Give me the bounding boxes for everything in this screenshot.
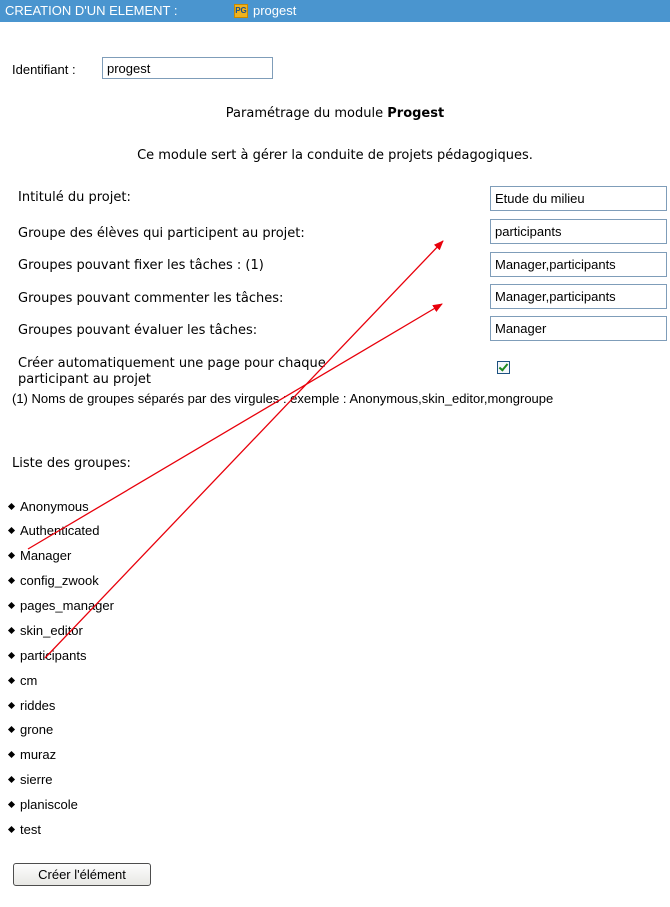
bullet-icon (7, 825, 16, 834)
annotation-arrow-manager (27, 303, 443, 550)
bullet-icon (7, 701, 16, 710)
group-item: Authenticated (7, 523, 100, 539)
group-item: muraz (7, 747, 56, 763)
bullet-icon (7, 750, 16, 759)
footnote: (1) Noms de groupes séparés par des virg… (12, 391, 554, 406)
evaluate-tasks-groups-input[interactable] (490, 316, 667, 341)
bullet-icon (7, 725, 16, 734)
page-title: CREATION D'UN ELEMENT : (5, 3, 178, 18)
module-name: Progest (387, 106, 445, 121)
bullet-icon (7, 800, 16, 809)
identifier-label: Identifiant : (12, 62, 76, 77)
group-item: planiscole (7, 797, 78, 813)
auto-page-label-line2: participant au projet (18, 372, 152, 387)
bullet-icon (7, 526, 16, 535)
bullet-icon (7, 576, 16, 585)
module-heading: Paramétrage du module Progest (0, 106, 670, 121)
field-label-set-tasks: Groupes pouvant fixer les tâches : (1) (18, 258, 264, 273)
page: CREATION D'UN ELEMENT : PG progest Ident… (0, 0, 670, 907)
auto-page-checkbox[interactable] (497, 361, 510, 374)
field-label-student-group: Groupe des élèves qui participent au pro… (18, 226, 305, 241)
field-label-evaluate-tasks: Groupes pouvant évaluer les tâches: (18, 323, 258, 338)
group-item: Anonymous (7, 499, 89, 515)
group-item: Manager (7, 548, 71, 564)
project-title-input[interactable] (490, 186, 667, 211)
group-item: participants (7, 648, 86, 664)
group-item: sierre (7, 772, 53, 788)
field-label-comment-tasks: Groupes pouvant commenter les tâches: (18, 291, 284, 306)
bullet-icon (7, 676, 16, 685)
group-item: test (7, 822, 41, 838)
bullet-icon (7, 551, 16, 560)
auto-page-label-line1: Créer automatiquement une page pour chaq… (18, 356, 326, 371)
app-name: progest (253, 3, 297, 18)
groups-list-title: Liste des groupes: (12, 456, 131, 471)
group-item: skin_editor (7, 623, 83, 639)
bullet-icon (7, 775, 16, 784)
bullet-icon (7, 626, 16, 635)
annotation-arrows (27, 240, 444, 659)
module-description: Ce module sert à gérer la conduite de pr… (137, 148, 533, 163)
bullet-icon (7, 601, 16, 610)
group-item: config_zwook (7, 573, 99, 589)
module-heading-prefix: Paramétrage du module (225, 106, 388, 121)
group-item: pages_manager (7, 598, 114, 614)
group-item: cm (7, 673, 37, 689)
identifier-input[interactable] (102, 57, 273, 79)
title-bar: CREATION D'UN ELEMENT : PG progest (0, 0, 670, 22)
create-element-button[interactable]: Créer l'élément (13, 863, 151, 886)
progest-logo-icon: PG (234, 4, 248, 18)
bullet-icon (7, 502, 16, 511)
student-group-input[interactable] (490, 219, 667, 244)
bullet-icon (7, 651, 16, 660)
field-label-project-title: Intitulé du projet: (18, 190, 131, 205)
group-item: riddes (7, 698, 55, 714)
group-item: grone (7, 722, 53, 738)
comment-tasks-groups-input[interactable] (490, 284, 667, 309)
set-tasks-groups-input[interactable] (490, 252, 667, 277)
